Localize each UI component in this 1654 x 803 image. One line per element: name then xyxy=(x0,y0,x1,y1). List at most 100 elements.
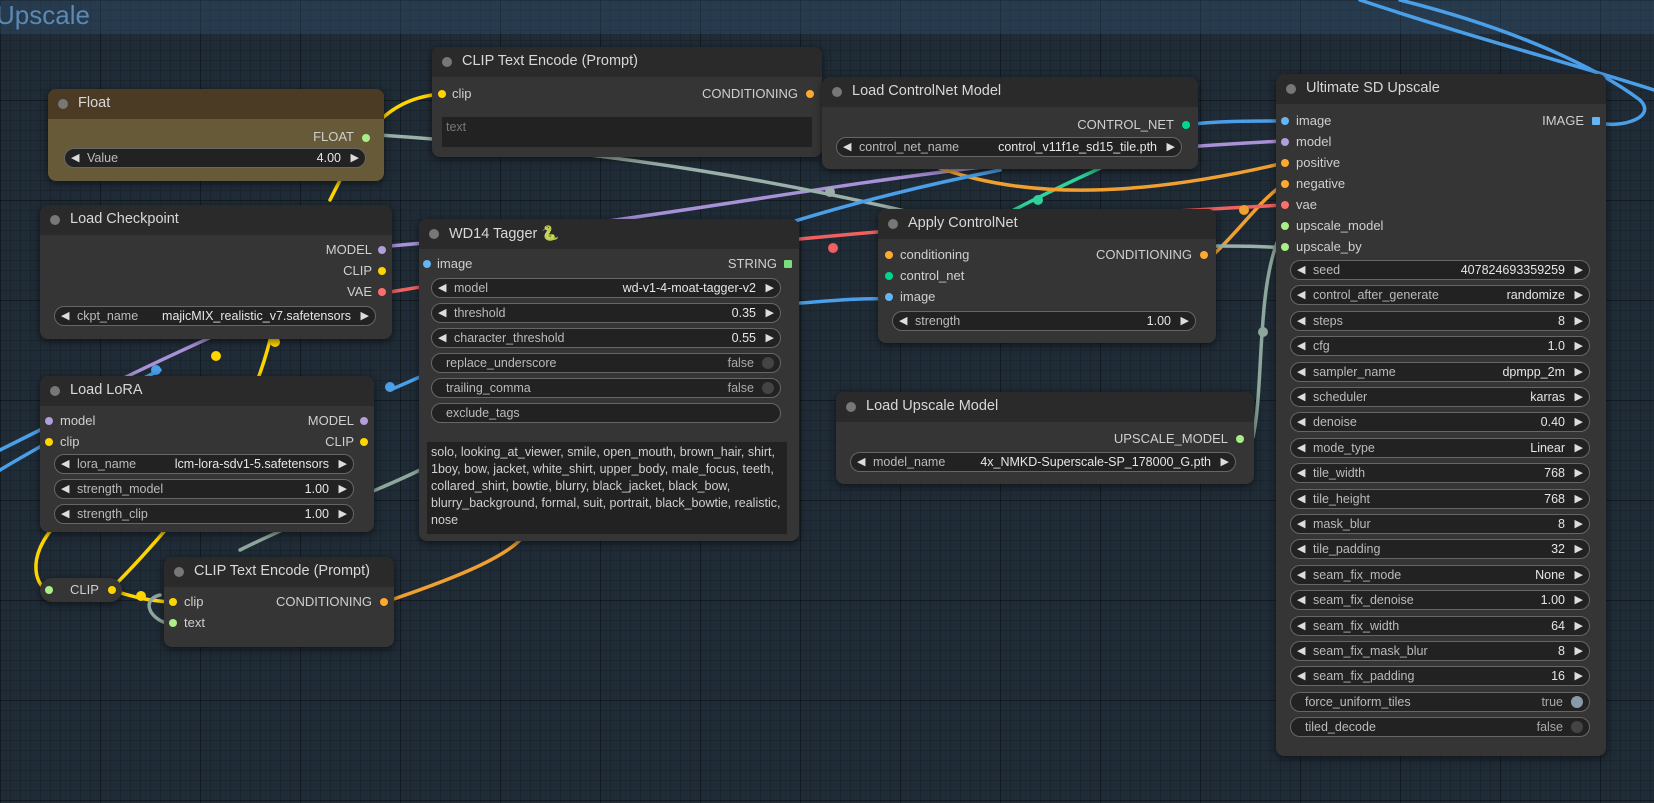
output-dot-vae[interactable] xyxy=(378,288,386,296)
strength-model-widget[interactable]: ◀ strength_model 1.00 ▶ xyxy=(54,479,354,499)
ultimate-widget-row[interactable]: ◀ tile_width 768 ▶ xyxy=(1290,463,1590,484)
input-dot-clip[interactable] xyxy=(438,90,446,98)
increment-icon[interactable]: ▶ xyxy=(1575,261,1583,279)
output-dot-model[interactable] xyxy=(360,417,368,425)
trailing-comma-toggle[interactable]: trailing_comma false xyxy=(431,378,781,398)
apply-controlnet-node[interactable]: Apply ControlNet conditioning control_ne… xyxy=(878,209,1216,343)
ultimate-widget-row[interactable]: ◀ seam_fix_mode None ▶ xyxy=(1290,564,1590,585)
increment-icon[interactable]: ▶ xyxy=(339,455,347,473)
decrement-icon[interactable]: ◀ xyxy=(61,307,69,325)
ultimate-toggle-row[interactable]: tiled_decode false xyxy=(1290,717,1590,738)
collapse-dot[interactable] xyxy=(846,402,856,412)
decrement-icon[interactable]: ◀ xyxy=(1297,591,1305,609)
input-dot-image[interactable] xyxy=(423,260,431,268)
output-dot-conditioning[interactable] xyxy=(1200,251,1208,259)
increment-icon[interactable]: ▶ xyxy=(1181,312,1189,330)
decrement-icon[interactable]: ◀ xyxy=(1297,388,1305,406)
increment-icon[interactable]: ▶ xyxy=(339,505,347,523)
decrement-icon[interactable]: ◀ xyxy=(843,138,851,156)
input-dot-reroute[interactable] xyxy=(45,586,53,594)
output-dot-conditioning[interactable] xyxy=(380,598,388,606)
strength-clip-widget[interactable]: ◀ strength_clip 1.00 ▶ xyxy=(54,504,354,524)
decrement-icon[interactable]: ◀ xyxy=(1297,363,1305,381)
output-dot-image[interactable] xyxy=(1592,117,1600,125)
input-dot-negative[interactable] xyxy=(1281,180,1289,188)
decrement-icon[interactable]: ◀ xyxy=(1297,337,1305,355)
collapse-dot[interactable] xyxy=(50,215,60,225)
output-dot-float[interactable] xyxy=(362,134,370,142)
input-dot-upscale-model[interactable] xyxy=(1281,222,1289,230)
increment-icon[interactable]: ▶ xyxy=(361,307,369,325)
decrement-icon[interactable]: ◀ xyxy=(438,329,446,347)
ultimate-widget-row[interactable]: ◀ cfg 1.0 ▶ xyxy=(1290,336,1590,357)
ultimate-sd-upscale-node[interactable]: Ultimate SD Upscale image model positive… xyxy=(1276,74,1606,756)
decrement-icon[interactable]: ◀ xyxy=(899,312,907,330)
ultimate-widget-row[interactable]: ◀ denoise 0.40 ▶ xyxy=(1290,412,1590,433)
decrement-icon[interactable]: ◀ xyxy=(1297,490,1305,508)
increment-icon[interactable]: ▶ xyxy=(1575,540,1583,558)
increment-icon[interactable]: ▶ xyxy=(1575,388,1583,406)
decrement-icon[interactable]: ◀ xyxy=(1297,515,1305,533)
output-dot-clip[interactable] xyxy=(360,438,368,446)
input-dot-image[interactable] xyxy=(1281,117,1289,125)
load-lora-node[interactable]: Load LoRA model clip MODEL CLIP ◀ lora_n… xyxy=(40,376,374,532)
decrement-icon[interactable]: ◀ xyxy=(1297,566,1305,584)
output-dot-clip[interactable] xyxy=(378,267,386,275)
input-dot-clip[interactable] xyxy=(45,438,53,446)
decrement-icon[interactable]: ◀ xyxy=(61,505,69,523)
ultimate-widget-row[interactable]: ◀ steps 8 ▶ xyxy=(1290,310,1590,331)
model-widget[interactable]: ◀ model wd-v1-4-moat-tagger-v2 ▶ xyxy=(431,278,781,298)
clip-text-encode-node-bottom[interactable]: CLIP Text Encode (Prompt) clip text COND… xyxy=(164,557,394,647)
increment-icon[interactable]: ▶ xyxy=(351,149,359,167)
increment-icon[interactable]: ▶ xyxy=(1575,464,1583,482)
value-widget[interactable]: ◀ Value 4.00 ▶ xyxy=(64,148,366,168)
collapse-dot[interactable] xyxy=(174,567,184,577)
output-dot-control-net[interactable] xyxy=(1182,121,1190,129)
collapse-dot[interactable] xyxy=(58,99,68,109)
ultimate-widget-row[interactable]: ◀ seam_fix_width 64 ▶ xyxy=(1290,615,1590,636)
input-dot-upscale-by[interactable] xyxy=(1281,243,1289,251)
input-dot-conditioning[interactable] xyxy=(885,251,893,259)
clip-reroute-node[interactable]: CLIP xyxy=(40,578,122,602)
input-dot-control-net[interactable] xyxy=(885,272,893,280)
ultimate-widget-row[interactable]: ◀ mode_type Linear ▶ xyxy=(1290,437,1590,458)
input-dot-clip[interactable] xyxy=(169,598,177,606)
toggle-knob-icon[interactable] xyxy=(1571,721,1583,734)
tags-output-text[interactable]: solo, looking_at_viewer, smile, open_mou… xyxy=(427,442,787,534)
increment-icon[interactable]: ▶ xyxy=(1575,490,1583,508)
increment-icon[interactable]: ▶ xyxy=(1575,286,1583,304)
collapse-dot[interactable] xyxy=(888,219,898,229)
decrement-icon[interactable]: ◀ xyxy=(1297,540,1305,558)
input-dot-model[interactable] xyxy=(1281,138,1289,146)
exclude-tags-field[interactable]: exclude_tags xyxy=(431,403,781,423)
decrement-icon[interactable]: ◀ xyxy=(1297,439,1305,457)
toggle-knob-icon[interactable] xyxy=(762,357,774,369)
decrement-icon[interactable]: ◀ xyxy=(1297,312,1305,330)
load-controlnet-node[interactable]: Load ControlNet Model CONTROL_NET ◀ cont… xyxy=(822,77,1198,169)
decrement-icon[interactable]: ◀ xyxy=(438,304,446,322)
input-dot-image[interactable] xyxy=(885,293,893,301)
ultimate-widget-row[interactable]: ◀ tile_height 768 ▶ xyxy=(1290,488,1590,509)
increment-icon[interactable]: ▶ xyxy=(766,304,774,322)
ultimate-widget-row[interactable]: ◀ seed 407824693359259 ▶ xyxy=(1290,260,1590,280)
model-name-widget[interactable]: ◀ model_name 4x_NMKD-Superscale-SP_17800… xyxy=(850,452,1236,472)
toggle-knob-icon[interactable] xyxy=(1571,695,1583,708)
output-dot-reroute[interactable] xyxy=(108,586,116,594)
collapse-dot[interactable] xyxy=(832,87,842,97)
ultimate-widget-row[interactable]: ◀ scheduler karras ▶ xyxy=(1290,387,1590,407)
decrement-icon[interactable]: ◀ xyxy=(61,455,69,473)
ultimate-widget-row[interactable]: ◀ seam_fix_mask_blur 8 ▶ xyxy=(1290,641,1590,661)
decrement-icon[interactable]: ◀ xyxy=(71,149,79,167)
output-grid-icon[interactable] xyxy=(784,260,792,268)
decrement-icon[interactable]: ◀ xyxy=(1297,286,1305,304)
threshold-widget[interactable]: ◀ threshold 0.35 ▶ xyxy=(431,303,781,323)
increment-icon[interactable]: ▶ xyxy=(1221,453,1229,471)
decrement-icon[interactable]: ◀ xyxy=(1297,667,1305,685)
decrement-icon[interactable]: ◀ xyxy=(1297,413,1305,431)
input-dot-model[interactable] xyxy=(45,417,53,425)
text-input[interactable]: text xyxy=(442,117,812,147)
ultimate-widget-row[interactable]: ◀ tile_padding 32 ▶ xyxy=(1290,539,1590,560)
increment-icon[interactable]: ▶ xyxy=(339,480,347,498)
replace-underscore-toggle[interactable]: replace_underscore false xyxy=(431,353,781,373)
decrement-icon[interactable]: ◀ xyxy=(1297,617,1305,635)
